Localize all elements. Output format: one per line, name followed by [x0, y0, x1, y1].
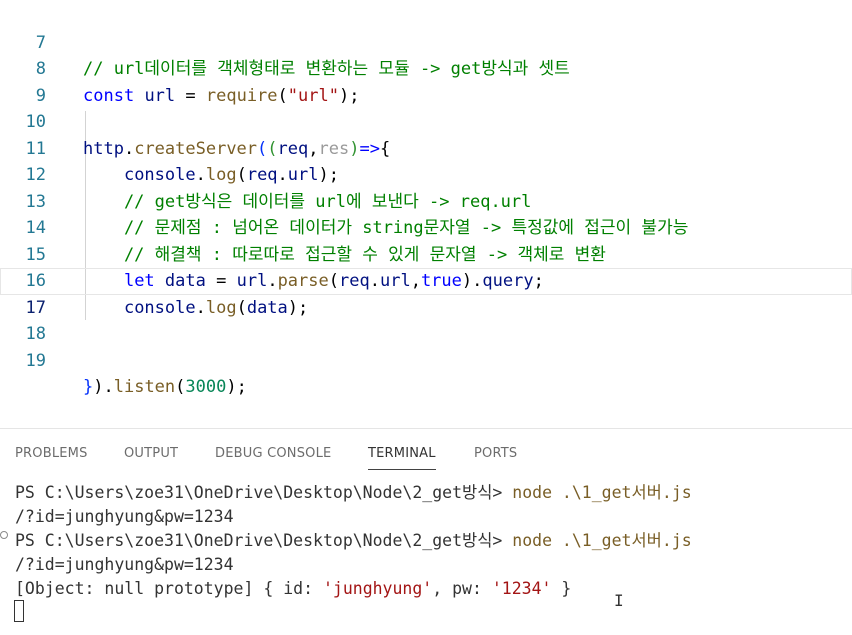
code-line-11[interactable]: 11 console.log(req.url); — [0, 109, 852, 186]
line-number: 19 — [25, 350, 46, 371]
terminal[interactable]: PS C:\Users\zoe31\OneDrive\Desktop\Node\… — [0, 480, 852, 635]
terminal-cursor-icon — [14, 600, 24, 622]
code-line-14[interactable]: 14 // 해결책 : 따로따로 접근할 수 있게 문자열 -> 객체로 변환 — [0, 189, 852, 265]
code-editor[interactable]: 7 // url데이터를 객체형태로 변환하는 모듈 -> get방식과 셋트 … — [0, 0, 852, 430]
tab-ports[interactable]: PORTS — [474, 436, 517, 472]
terminal-prompt-line: PS C:\Users\zoe31\OneDrive\Desktop\Node\… — [15, 529, 692, 553]
code-line-15[interactable]: 15 let data = url.parse(req.url,true).qu… — [0, 215, 852, 292]
object-suffix: } — [551, 579, 572, 598]
object-pw-value: '1234' — [491, 579, 552, 598]
terminal-prompt-line: PS C:\Users\zoe31\OneDrive\Desktop\Node\… — [15, 481, 692, 505]
code-line-13[interactable]: 13 // 문제점 : 넘어온 데이터가 string문자열 -> 특정값에 접… — [0, 162, 852, 239]
code-line-18[interactable]: 18 — [0, 295, 852, 344]
tab-problems[interactable]: PROBLEMS — [15, 436, 88, 472]
code-line-8[interactable]: 8 const url = require("url"); — [0, 30, 852, 106]
code-line-17[interactable]: 17 — [0, 268, 852, 318]
code-text: }).listen(3000); — [83, 377, 247, 397]
object-prefix: [Object: null prototype] { id: — [15, 579, 323, 598]
command-text: node .\1_get서버.js — [512, 531, 692, 550]
prompt-text: PS C:\Users\zoe31\OneDrive\Desktop\Node\… — [15, 531, 513, 550]
prompt-text: PS C:\Users\zoe31\OneDrive\Desktop\Node\… — [15, 483, 513, 502]
mouse-ibeam-icon: I — [614, 591, 624, 610]
object-id-value: 'junghyung' — [322, 579, 433, 598]
code-line-9[interactable]: 9 — [0, 56, 852, 106]
command-text: node .\1_get서버.js — [512, 483, 692, 502]
terminal-object-output: [Object: null prototype] { id: 'junghyun… — [15, 577, 571, 601]
panel-tabs: PROBLEMS OUTPUT DEBUG CONSOLE TERMINAL P… — [0, 436, 852, 472]
code-line-7[interactable]: 7 // url데이터를 객체형태로 변환하는 모듈 -> get방식과 셋트 — [0, 3, 852, 80]
object-mid: , pw: — [432, 579, 492, 598]
terminal-output-line: /?id=junghyung&pw=1234 — [15, 507, 234, 526]
tab-output[interactable]: OUTPUT — [124, 436, 178, 472]
code-line-12[interactable]: 12 // get방식은 데이터를 url에 보낸다 -> req.url — [0, 136, 852, 212]
tab-debug-console[interactable]: DEBUG CONSOLE — [215, 436, 331, 472]
tab-terminal[interactable]: TERMINAL — [368, 436, 436, 472]
panel-divider — [0, 428, 852, 429]
code-line-10[interactable]: 10 http.createServer((req,res)=>{ — [0, 83, 852, 159]
code-line-19[interactable]: 19 }).listen(3000); — [0, 321, 852, 398]
terminal-output-line: /?id=junghyung&pw=1234 — [15, 555, 234, 574]
code-line-16[interactable]: 16 console.log(data); — [0, 242, 852, 318]
command-status-icon — [0, 531, 8, 539]
